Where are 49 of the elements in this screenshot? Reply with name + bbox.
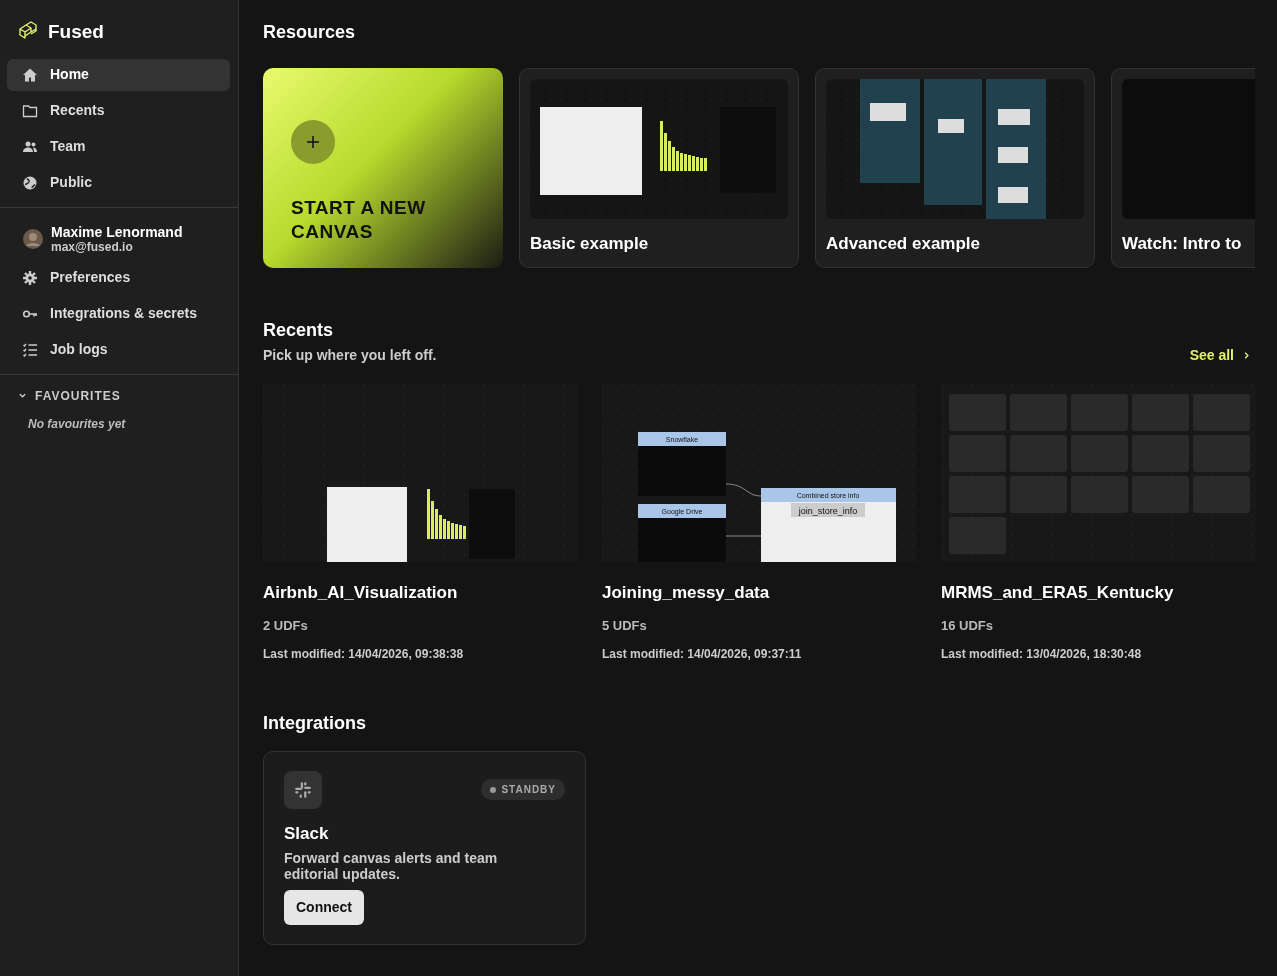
see-all-link[interactable]: See all bbox=[1189, 345, 1251, 367]
section-title: Resources bbox=[263, 22, 357, 44]
nav-item[interactable]: Home bbox=[7, 58, 230, 91]
canvas-name[interactable]: Joining_messy_data bbox=[602, 580, 917, 606]
connect-button[interactable]: Connect bbox=[284, 890, 364, 926]
user-name: Maxime Lenormand bbox=[51, 223, 183, 240]
new-canvas-card[interactable]: START A NEW CANVAS bbox=[263, 67, 503, 268]
udf-count: 16 UDFs bbox=[941, 616, 995, 635]
last-modified: Last modified: 14/04/2026, 09:38:38 bbox=[263, 646, 465, 664]
home-icon bbox=[22, 66, 38, 83]
nav-item[interactable]: Integrations & secrets bbox=[7, 297, 230, 330]
resource-card[interactable]: Watch: Intro to bbox=[1111, 67, 1255, 268]
brand-name: Fused bbox=[48, 20, 104, 44]
chevron-icon bbox=[18, 391, 27, 400]
last-modified: Last modified: 14/04/2026, 09:37:11 bbox=[602, 646, 803, 664]
nav-item[interactable]: Team bbox=[7, 130, 230, 163]
nav-item[interactable]: Public bbox=[7, 166, 230, 199]
checklist-icon bbox=[22, 341, 38, 358]
favourites-toggle[interactable]: FAVOURITES bbox=[0, 382, 238, 409]
nav-item[interactable]: Recents bbox=[7, 94, 230, 127]
integration-description: Forward canvas alerts and team editorial updates. bbox=[284, 850, 499, 883]
status-dot-icon bbox=[490, 786, 497, 793]
nav-item[interactable]: Preferences bbox=[7, 261, 230, 294]
canvas-name[interactable]: Airbnb_AI_Visualization bbox=[263, 580, 578, 606]
resource-card[interactable]: Advanced example bbox=[815, 67, 1095, 268]
canvas-name[interactable]: MRMS_and_ERA5_Kentucky bbox=[941, 580, 1256, 606]
chevron-right-icon bbox=[1242, 351, 1251, 361]
new-canvas-label: START A NEW CANVAS bbox=[291, 195, 427, 244]
udf-count: 2 UDFs bbox=[263, 616, 309, 635]
user-email: max@fused.io bbox=[51, 239, 134, 254]
plus-icon bbox=[305, 133, 321, 150]
avatar-icon bbox=[23, 228, 43, 249]
last-modified: Last modified: 13/04/2026, 18:30:48 bbox=[941, 646, 1143, 664]
app-icon bbox=[284, 770, 322, 809]
status-badge: STANDBY bbox=[481, 779, 565, 801]
section-title: Recents bbox=[263, 319, 335, 342]
resource-title: Watch: Intro to bbox=[1122, 232, 1243, 255]
udf-count: 5 UDFs bbox=[602, 616, 648, 635]
nav-item[interactable]: Job logs bbox=[7, 333, 230, 366]
section-title: Integrations bbox=[263, 713, 367, 735]
section-subtitle: Pick up where you left off. bbox=[263, 346, 437, 366]
resource-title: Basic example bbox=[530, 232, 650, 255]
folder-icon bbox=[22, 102, 38, 119]
globe-icon bbox=[22, 174, 38, 191]
settings-icon bbox=[22, 269, 38, 286]
integration-name: Slack bbox=[284, 822, 330, 845]
resource-title: Advanced example bbox=[826, 232, 981, 255]
empty-favourites-text: No favourites yet bbox=[27, 415, 127, 433]
resource-card[interactable]: Basic example bbox=[519, 67, 799, 268]
